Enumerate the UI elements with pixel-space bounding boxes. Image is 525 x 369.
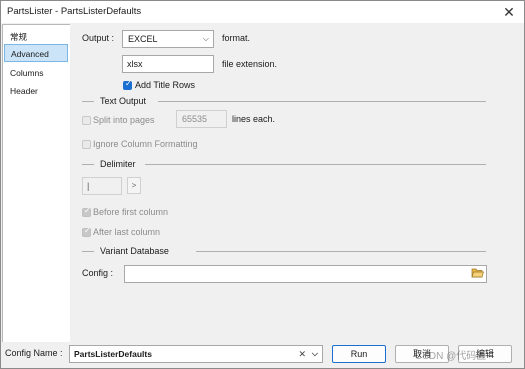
- sidebar-item-columns[interactable]: Columns: [4, 64, 68, 82]
- extension-suffix: file extension.: [222, 59, 278, 69]
- lines-per-page-input[interactable]: 65535: [176, 110, 227, 128]
- partslister-window: PartsLister - PartsListerDefaults ✕ 常规 A…: [0, 0, 525, 369]
- config-name-select[interactable]: PartsListerDefaults ✕ ⌵: [69, 345, 323, 363]
- ignore-formatting-checkbox[interactable]: [82, 140, 91, 149]
- divider: [145, 164, 486, 165]
- sidebar-item-advanced[interactable]: Advanced: [4, 44, 68, 62]
- variant-database-heading: Variant Database: [100, 246, 169, 256]
- format-suffix: format.: [222, 33, 251, 43]
- add-title-rows-checkbox[interactable]: [123, 79, 132, 90]
- chevron-down-icon[interactable]: ⌵: [312, 346, 318, 362]
- lines-suffix: lines each.: [232, 114, 276, 124]
- split-pages-checkbox[interactable]: [82, 116, 91, 125]
- before-first-column-label: Before first column: [93, 207, 169, 217]
- config-name-label: Config Name :: [5, 348, 63, 358]
- add-title-rows-label: Add Title Rows: [135, 80, 196, 90]
- divider: [82, 101, 94, 102]
- output-label: Output :: [82, 33, 115, 43]
- sidebar-item-header[interactable]: Header: [4, 82, 68, 100]
- csdn-watermark: CSDN @代码匠: [415, 351, 487, 362]
- clear-icon[interactable]: ✕: [298, 346, 306, 362]
- title-bar: PartsLister - PartsListerDefaults ✕: [1, 1, 524, 23]
- chevron-down-icon: ⌵: [202, 34, 209, 43]
- format-select[interactable]: EXCEL ⌵: [122, 30, 214, 48]
- extension-input[interactable]: xlsx: [122, 55, 214, 73]
- after-last-column-checkbox[interactable]: [82, 226, 91, 237]
- divider: [158, 101, 486, 102]
- delimiter-input[interactable]: |: [82, 177, 122, 195]
- split-pages-label: Split into pages: [93, 115, 155, 125]
- divider: [82, 164, 94, 165]
- divider: [196, 251, 486, 252]
- after-last-column-label: After last column: [93, 227, 161, 237]
- delimiter-picker-button[interactable]: >: [127, 177, 141, 194]
- config-label: Config :: [82, 268, 114, 278]
- config-name-value: PartsListerDefaults: [74, 349, 152, 359]
- ignore-formatting-label: Ignore Column Formatting: [93, 139, 198, 149]
- before-first-column-checkbox[interactable]: [82, 206, 91, 217]
- config-path-input[interactable]: [124, 265, 487, 283]
- run-button[interactable]: Run: [332, 345, 386, 363]
- folder-open-icon[interactable]: [471, 267, 484, 279]
- divider: [82, 251, 94, 252]
- advanced-panel: Output : EXCEL ⌵ format. xlsx file exten…: [70, 24, 523, 342]
- window-title: PartsLister - PartsListerDefaults: [7, 6, 142, 17]
- text-output-heading: Text Output: [100, 96, 147, 106]
- sidebar-nav: 常规 Advanced Columns Header: [2, 24, 71, 344]
- delimiter-heading: Delimiter: [100, 159, 136, 169]
- format-value: EXCEL: [128, 34, 158, 44]
- close-icon[interactable]: ✕: [495, 2, 523, 22]
